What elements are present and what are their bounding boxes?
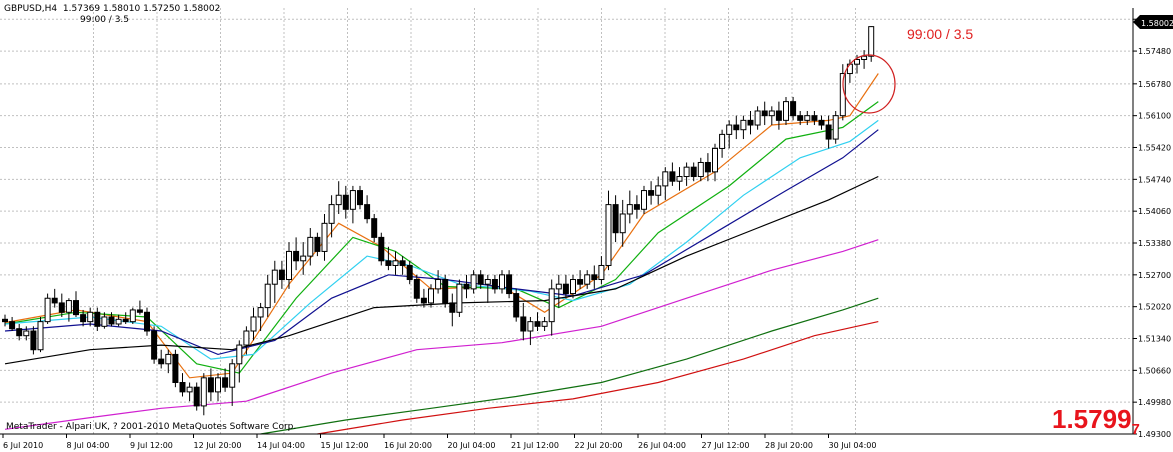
price-tick-label: 1.57480 bbox=[1138, 47, 1171, 56]
candle bbox=[193, 382, 200, 411]
candle bbox=[144, 307, 150, 336]
time-tick-label: 20 Jul 04:00 bbox=[448, 441, 496, 450]
symbol-info: GBPUSD,H4 1.57369 1.58010 1.57250 1.5800… bbox=[4, 4, 220, 14]
time-tick-label: 22 Jul 20:00 bbox=[575, 441, 623, 450]
candle bbox=[442, 274, 449, 308]
copyright-text: MetaTrader - Alpari UK, ? 2001-2010 Meta… bbox=[6, 422, 297, 432]
price-tick-label: 1.49980 bbox=[1138, 398, 1171, 407]
price-tick-label: 1.52020 bbox=[1138, 303, 1171, 312]
time-tick-label: 6 Jul 2010 bbox=[3, 441, 43, 450]
price-tick-label: 1.55420 bbox=[1138, 144, 1171, 153]
candle bbox=[783, 96, 789, 126]
chart-background bbox=[0, 0, 1173, 452]
candle bbox=[513, 288, 520, 322]
price-tick-label: 1.50660 bbox=[1138, 366, 1171, 375]
candle bbox=[456, 279, 463, 317]
time-tick-label: 28 Jul 20:00 bbox=[765, 441, 813, 450]
bid-price-display: 1.57997 bbox=[1052, 404, 1140, 438]
time-tick-label: 26 Jul 04:00 bbox=[638, 441, 686, 450]
price-tick-label: 1.53380 bbox=[1138, 239, 1171, 248]
candle bbox=[151, 326, 158, 364]
ohlc-values: 1.57369 1.58010 1.57250 1.58002 bbox=[62, 4, 221, 14]
symbol-label: GBPUSD,H4 bbox=[4, 4, 58, 14]
time-tick-label: 27 Jul 12:00 bbox=[702, 441, 750, 450]
candle bbox=[413, 274, 420, 303]
price-tick-label: 1.54060 bbox=[1138, 207, 1171, 216]
price-tick-label: 1.54740 bbox=[1138, 175, 1171, 184]
candle bbox=[868, 26, 875, 62]
time-tick-label: 15 Jul 12:00 bbox=[321, 441, 369, 450]
candle bbox=[30, 326, 37, 355]
candle bbox=[172, 349, 179, 388]
price-chart[interactable]: 1.581601.574801.567801.561001.554201.547… bbox=[0, 0, 1173, 452]
time-tick-label: 9 Jul 12:00 bbox=[130, 441, 173, 450]
candle bbox=[37, 316, 44, 353]
candle bbox=[378, 232, 385, 266]
candle bbox=[129, 307, 136, 324]
timer-annotation: 99:00 / 3.5 bbox=[907, 26, 974, 42]
price-tick-label: 1.51340 bbox=[1138, 335, 1171, 344]
price-tick-label: 1.52700 bbox=[1138, 271, 1171, 280]
time-tick-label: 21 Jul 12:00 bbox=[511, 441, 559, 450]
price-tick-label: 1.56100 bbox=[1138, 112, 1171, 121]
time-tick-label: 16 Jul 20:00 bbox=[384, 441, 432, 450]
candle bbox=[371, 213, 378, 243]
price-tick-label: 1.56780 bbox=[1138, 80, 1171, 89]
candle bbox=[44, 293, 51, 324]
current-price-marker: 1.58002 bbox=[1133, 15, 1173, 29]
indicator-info: 99:00 / 3.5 bbox=[80, 15, 130, 25]
bid-price-pip: 7 bbox=[1131, 421, 1140, 439]
time-tick-label: 12 Jul 20:00 bbox=[194, 441, 242, 450]
current-price-label: 1.58002 bbox=[1141, 19, 1173, 28]
price-tick-label: 1.49300 bbox=[1138, 430, 1171, 439]
time-tick-label: 8 Jul 04:00 bbox=[67, 441, 110, 450]
candle bbox=[832, 110, 839, 144]
bid-price-main: 1.5799 bbox=[1052, 404, 1132, 434]
candle bbox=[641, 185, 647, 214]
time-tick-label: 30 Jul 04:00 bbox=[829, 441, 877, 450]
candle bbox=[506, 270, 513, 299]
time-tick-label: 14 Jul 04:00 bbox=[257, 441, 305, 450]
